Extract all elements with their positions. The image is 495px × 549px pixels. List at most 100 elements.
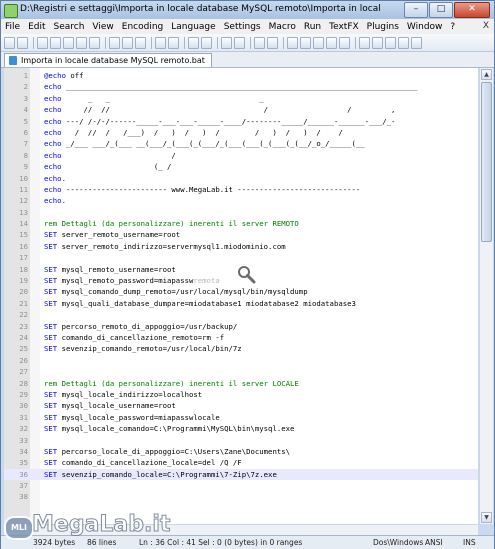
menu-item-textfx[interactable]: TextFX [325, 22, 363, 32]
code-line[interactable]: 29 SET mysql_locale_indirizzo=localhost [4, 389, 478, 400]
menu-item-language[interactable]: Language [167, 22, 219, 32]
minimize-button[interactable]: – [404, 2, 428, 18]
code-line[interactable]: 35 SET comando_di_cancellazione_locale=de… [4, 457, 478, 468]
menu-item-edit[interactable]: Edit [24, 22, 49, 32]
paste-icon[interactable] [135, 36, 146, 49]
code-line[interactable]: 33 [4, 435, 478, 446]
code-line[interactable]: 31 SET mysql_locale_password=miapasswloca… [4, 412, 478, 423]
code-line[interactable]: 15 SET server_remoto_username=root [4, 229, 478, 240]
code-line[interactable]: 2 echo __________________________________… [4, 81, 478, 92]
code-line[interactable]: 17 [4, 252, 478, 263]
zoom-out-icon[interactable] [234, 36, 245, 49]
code-line[interactable]: 21 SET mysql_quali_database_dumpare=mioda… [4, 298, 478, 309]
zoom-in-icon[interactable] [221, 36, 232, 49]
menu-item-macro[interactable]: Macro [265, 22, 300, 32]
new-file-icon[interactable] [4, 36, 15, 49]
code-line[interactable]: 20 SET mysql_comando_dump_remoto=/usr/loc… [4, 286, 478, 297]
code-line[interactable]: 28 rem Dettagli (da personalizzare) inere… [4, 378, 478, 389]
menu-item-window[interactable]: Window [403, 22, 447, 32]
show-all-chars-icon[interactable] [300, 36, 311, 49]
keyword-text: SET [44, 344, 58, 354]
replace-icon[interactable] [201, 36, 212, 49]
code-line[interactable]: 1 @echo off [4, 70, 478, 81]
close-button[interactable]: ✕ [454, 2, 490, 18]
scroll-up-icon[interactable]: ▲ [481, 69, 492, 80]
code-line[interactable]: 38 [4, 491, 478, 502]
save-icon[interactable] [37, 36, 48, 49]
save-macro-icon[interactable] [411, 36, 422, 49]
code-line[interactable]: 36 SET sevenzip_comando_locale=C:\Program… [4, 468, 478, 481]
scroll-down-icon[interactable]: ▼ [481, 512, 492, 523]
code-line[interactable]: 10 echo. [4, 173, 478, 184]
code-line[interactable]: 5 echo ---/ /-/-/------_____-___-___-____… [4, 116, 478, 127]
menu-item-help[interactable]: ? [446, 22, 459, 32]
code-line[interactable]: 27 [4, 366, 478, 377]
find-icon[interactable] [188, 36, 199, 49]
keyword-text: echo [44, 105, 62, 115]
line-number: 25 [19, 344, 28, 354]
code-line[interactable]: 6 echo / // / /___) / ) / ) / / ) / ) / / [4, 127, 478, 138]
line-number: 11 [19, 184, 28, 194]
sync-h-icon[interactable] [267, 36, 278, 49]
code-line[interactable]: 30 SET mysql_locale_username=root [4, 400, 478, 411]
menu-item-view[interactable]: View [88, 22, 117, 32]
menu-item-run[interactable]: Run [300, 22, 325, 32]
sync-v-icon[interactable] [254, 36, 265, 49]
scrollbar-thumb[interactable] [481, 82, 492, 242]
code-line[interactable]: 16 SET server_remoto_indirizzo=servermysq… [4, 241, 478, 252]
tab-document[interactable]: Importa in locale database MySQL remoto.… [4, 53, 212, 67]
code-line[interactable]: 9 echo (_ / [4, 161, 478, 172]
code-line[interactable]: 24 SET comando_di_cancellazione_remoto=rm… [4, 332, 478, 343]
playback-icon[interactable] [385, 36, 396, 49]
word-wrap-icon[interactable] [287, 36, 298, 49]
toolbar-separator [355, 36, 356, 49]
cut-icon[interactable] [109, 36, 120, 49]
code-line[interactable]: 32 SET mysql_locale_comando=C:\Programmi\… [4, 423, 478, 434]
save-all-icon[interactable] [50, 36, 61, 49]
code-line[interactable]: 11 echo ----------------------- www.MegaL… [4, 184, 478, 195]
code-line[interactable]: 25 SET sevenzip_comando_remoto=/usr/local… [4, 343, 478, 354]
menu-item-plugins[interactable]: Plugins [363, 22, 403, 32]
code-editor[interactable]: 1 @echo off 2 echo ________________________… [4, 68, 478, 524]
record-macro-icon[interactable] [359, 36, 370, 49]
code-line[interactable]: 4 echo // // / / , [4, 104, 478, 115]
menu-item-encoding[interactable]: Encoding [118, 22, 167, 32]
close-all-icon[interactable] [76, 36, 87, 49]
code-line[interactable]: 26 [4, 355, 478, 366]
keyword-text: SET [44, 401, 58, 411]
code-line[interactable]: 13 [4, 207, 478, 218]
user-lang-icon[interactable] [326, 36, 337, 49]
undo-icon[interactable] [155, 36, 166, 49]
notepadpp-app-icon[interactable] [4, 4, 18, 18]
run-macro-multiple-icon[interactable] [398, 36, 409, 49]
open-file-icon[interactable] [17, 36, 28, 49]
maximize-button[interactable]: □ [429, 2, 453, 18]
print-icon[interactable] [89, 36, 100, 49]
code-line[interactable]: 37 [4, 480, 478, 491]
title-bar[interactable]: D:\Registri e settaggi\Importa in locale… [1, 1, 494, 19]
vertical-scrollbar[interactable]: ▲ ▼ [479, 68, 493, 524]
redo-icon[interactable] [168, 36, 179, 49]
keyword-text: echo [44, 127, 62, 137]
statement-text: SET percorso_locale_di_appoggio=C:\Users… [44, 446, 291, 456]
stop-record-icon[interactable] [372, 36, 383, 49]
code-line[interactable]: 34 SET percorso_locale_di_appoggio=C:\Use… [4, 446, 478, 457]
statement-text: SET comando_di_cancellazione_remoto=rm -… [44, 332, 225, 342]
code-text: SET mysql_comando_dump_remoto=/usr/local… [44, 286, 308, 297]
close-icon[interactable] [63, 36, 74, 49]
copy-icon[interactable] [122, 36, 133, 49]
code-text: SET mysql_quali_database_dumpare=miodata… [44, 298, 356, 309]
menu-item-search[interactable]: Search [50, 22, 89, 32]
code-line[interactable]: 7 echo _/___ ___/_(___ __(___/_(___(_(___… [4, 138, 478, 149]
code-line[interactable]: 8 echo / [4, 150, 478, 161]
indent-guide-icon[interactable] [313, 36, 324, 49]
code-line[interactable]: 23 SET percorso_remoto_di_appoggio=/usr/b… [4, 321, 478, 332]
code-line[interactable]: 22 [4, 309, 478, 320]
code-line[interactable]: 3 echo _ _ _ [4, 93, 478, 104]
code-line[interactable]: 14 rem Dettagli (da personalizzare) inere… [4, 218, 478, 229]
doc-map-icon[interactable] [339, 36, 350, 49]
code-line[interactable]: 12 echo. [4, 195, 478, 206]
menu-item-settings[interactable]: Settings [220, 22, 265, 32]
close-document-icon[interactable]: X [483, 21, 489, 31]
menu-item-file[interactable]: File [1, 22, 24, 32]
